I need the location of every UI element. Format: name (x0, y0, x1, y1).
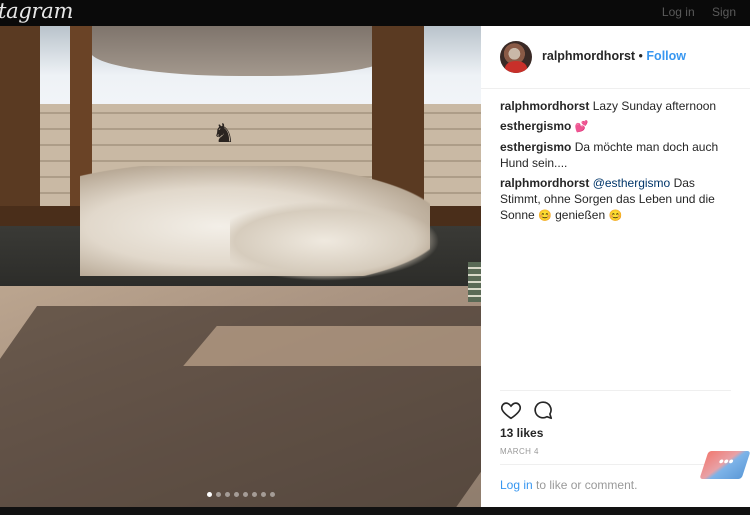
top-bar: tagram Log in Sign (0, 0, 750, 26)
carousel-dots (0, 492, 481, 497)
carousel-dot[interactable] (242, 492, 248, 497)
more-options-button[interactable]: ••• (699, 451, 750, 479)
comment-item: esthergismo Da möchte man doch auch Hund… (500, 139, 736, 171)
top-login-link[interactable]: Log in (662, 5, 695, 19)
comments-list: ralphmordhorst Lazy Sunday afternoon est… (500, 98, 736, 228)
comment-item: ralphmordhorst @esthergismo Das Stimmt, … (500, 175, 736, 224)
carousel-dot[interactable] (233, 492, 239, 497)
heart-icon[interactable] (500, 399, 522, 421)
photo-dog-body (230, 201, 440, 281)
carousel-dot[interactable] (251, 492, 257, 497)
comment-mention-link[interactable]: @esthergismo (593, 176, 671, 190)
post-header: ralphmordhorst • Follow (481, 26, 750, 89)
post-photo[interactable]: ♞ (0, 26, 481, 507)
divider (500, 390, 731, 391)
comment-username[interactable]: esthergismo (500, 119, 571, 133)
comment-icon[interactable] (532, 399, 554, 421)
comment-username[interactable]: ralphmordhorst (500, 176, 589, 190)
login-prompt: Log in to like or comment. (500, 478, 637, 492)
comment-username[interactable]: ralphmordhorst (500, 99, 589, 113)
post-sidebar: ralphmordhorst • Follow ralphmordhorst L… (481, 26, 750, 507)
carousel-dot[interactable] (215, 492, 221, 497)
login-link[interactable]: Log in (500, 478, 533, 492)
follow-button[interactable]: Follow (646, 49, 686, 63)
comment-text: genießen (555, 208, 606, 222)
horse-figurine-icon: ♞ (212, 118, 236, 148)
separator-dot: • (638, 49, 643, 63)
two-hearts-emoji: 💕 (574, 121, 589, 133)
author-username[interactable]: ralphmordhorst (542, 49, 635, 63)
carousel-dot[interactable] (224, 492, 230, 497)
top-signup-link[interactable]: Sign (712, 5, 736, 19)
photo-sunbeam (183, 326, 481, 366)
comment-username[interactable]: esthergismo (500, 140, 571, 154)
comment-item: esthergismo 💕 (500, 118, 736, 135)
instagram-logo[interactable]: tagram (0, 0, 73, 23)
carousel-dot[interactable] (206, 492, 212, 497)
photo-trees (90, 26, 390, 76)
bottom-strip (0, 507, 750, 515)
divider (500, 464, 731, 465)
smiling-face-emoji: 😊 (538, 210, 552, 222)
smiling-face-emoji: 😊 (608, 210, 623, 222)
carousel-dot[interactable] (269, 492, 275, 497)
avatar[interactable] (500, 41, 532, 73)
photo-door-frame (0, 26, 40, 231)
login-prompt-text: to like or comment. (536, 478, 638, 492)
top-links: Log in Sign (662, 5, 750, 19)
comment-item: ralphmordhorst Lazy Sunday afternoon (500, 98, 736, 114)
carousel-dot[interactable] (260, 492, 266, 497)
likes-count[interactable]: 13 likes (500, 426, 543, 440)
comment-text: Lazy Sunday afternoon (592, 99, 717, 113)
photo-books (468, 262, 481, 302)
author-line: ralphmordhorst • Follow (542, 49, 686, 63)
post-date[interactable]: MARCH 4 (500, 447, 539, 456)
